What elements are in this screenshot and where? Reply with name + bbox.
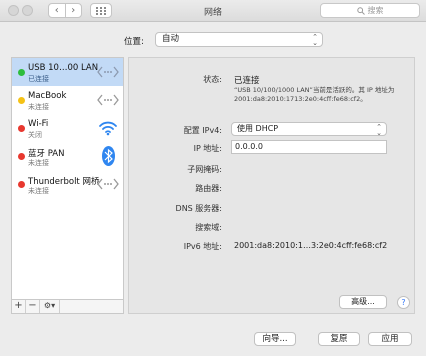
service-status: 未连接: [28, 187, 49, 195]
status-dot-red: [18, 181, 25, 188]
status-description: “USB 10/100/1000 LAN”当前是活跃的。其 IP 地址为 200…: [234, 86, 395, 103]
bluetooth-icon: [96, 146, 120, 166]
navigation-buttons: ‹ ›: [48, 3, 82, 18]
service-status: 未连接: [28, 159, 49, 167]
location-value: 自动: [162, 34, 180, 44]
detail-pane: 状态: 已连接 “USB 10/100/1000 LAN”当前是活跃的。其 IP…: [128, 57, 415, 314]
updown-chevron-icon: ⌃ ⌄: [312, 33, 318, 47]
search-field[interactable]: 搜索: [320, 3, 420, 18]
revert-button[interactable]: 复原: [318, 332, 360, 346]
service-status: 已连接: [28, 75, 49, 83]
assist-me-button[interactable]: 向导...: [254, 332, 296, 346]
forward-button[interactable]: ›: [64, 4, 82, 17]
search-placeholder: 搜索: [367, 6, 384, 15]
remove-service-button[interactable]: −: [26, 300, 40, 313]
service-name: MacBook: [28, 91, 67, 101]
service-status: 关闭: [28, 131, 42, 139]
chevron-right-icon: ›: [71, 4, 76, 16]
configure-ipv4-select[interactable]: 使用 DHCP ⌃ ⌄: [231, 122, 387, 137]
back-button[interactable]: ‹: [49, 4, 65, 17]
subnet-mask-label: 子网掩码:: [187, 165, 222, 174]
chevron-left-icon: ‹: [54, 4, 59, 16]
apply-button[interactable]: 应用: [368, 332, 412, 346]
ethernet-icon: [96, 62, 120, 82]
service-item-usb-lan[interactable]: USB 10…00 LAN 已连接: [12, 58, 123, 86]
search-domains-label: 搜索域:: [195, 223, 222, 232]
ethernet-icon: [96, 90, 120, 110]
ip-address-label: IP 地址:: [193, 144, 222, 153]
grid-icon: [96, 6, 106, 15]
router-label: 路由器:: [195, 184, 222, 193]
status-label: 状态:: [203, 75, 222, 84]
ipv6-address-value: 2001:da8:2010:1…3:2e0:4cff:fe68:cf2: [234, 241, 388, 250]
show-all-button[interactable]: [90, 3, 112, 18]
search-icon: [356, 6, 365, 15]
close-window-button[interactable]: [8, 5, 19, 16]
wifi-icon: [96, 118, 120, 138]
add-service-button[interactable]: +: [12, 300, 26, 313]
location-label: 位置:: [124, 37, 144, 47]
location-select[interactable]: 自动 ⌃ ⌄: [155, 32, 323, 47]
status-dot-red: [18, 153, 25, 160]
service-item-macbook[interactable]: MacBook 未连接: [12, 86, 123, 114]
status-value: 已连接: [234, 76, 260, 86]
dns-server-label: DNS 服务器:: [175, 204, 222, 213]
updown-chevron-icon: ⌃ ⌄: [376, 123, 382, 137]
status-dot-red: [18, 125, 25, 132]
ip-address-field[interactable]: 0.0.0.0: [231, 140, 387, 154]
configure-ipv4-value: 使用 DHCP: [237, 124, 279, 133]
service-item-wifi[interactable]: Wi-Fi 关闭: [12, 114, 123, 142]
ipv6-address-label: IPv6 地址:: [183, 242, 222, 251]
service-item-thunderbolt-bridge[interactable]: Thunderbolt 网桥 未连接: [12, 170, 123, 198]
advanced-button[interactable]: 高级...: [339, 295, 387, 309]
service-name: Wi-Fi: [28, 119, 49, 129]
configure-ipv4-label: 配置 IPv4:: [183, 126, 222, 135]
service-list-toolbar: + − ⚙▾: [12, 299, 123, 313]
ethernet-icon: [96, 174, 120, 194]
help-button[interactable]: ?: [397, 296, 410, 309]
service-item-bluetooth-pan[interactable]: 蓝牙 PAN 未连接: [12, 142, 123, 170]
status-dot-yellow: [18, 97, 25, 104]
title-bar: ‹ › 网络 搜索: [0, 0, 426, 22]
service-status: 未连接: [28, 103, 49, 111]
status-dot-green: [18, 69, 25, 76]
service-list: USB 10…00 LAN 已连接 MacBook 未连接 Wi-Fi 关闭 蓝…: [11, 57, 124, 314]
gear-menu-button[interactable]: ⚙▾: [40, 300, 60, 313]
service-name: USB 10…00 LAN: [28, 63, 99, 73]
minimize-window-button[interactable]: [22, 5, 33, 16]
